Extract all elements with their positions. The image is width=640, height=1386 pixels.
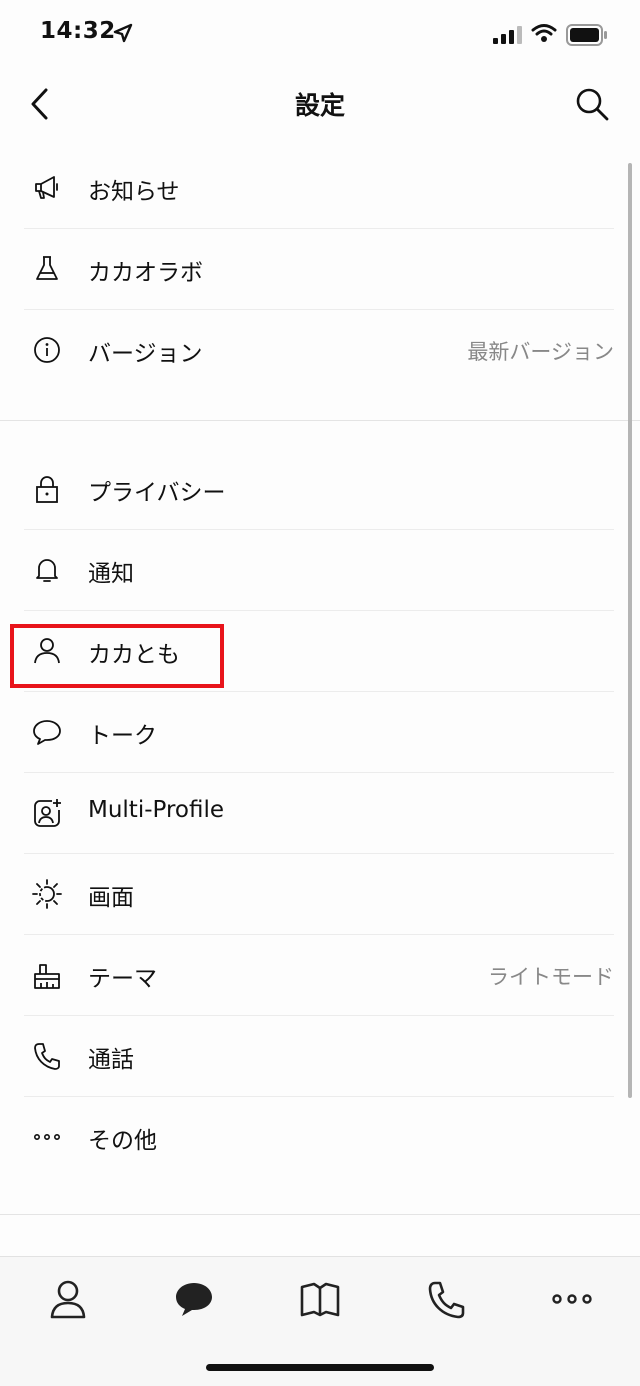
status-bar: 14:32 (0, 0, 640, 70)
setting-label: トーク (88, 723, 157, 749)
search-icon[interactable] (574, 86, 610, 122)
page-title: 設定 (294, 91, 345, 120)
cellular-signal-icon (493, 26, 522, 44)
highlight-box (10, 624, 224, 688)
phone-icon (34, 1043, 60, 1070)
setting-label: プライバシー (88, 480, 226, 506)
lock-icon (36, 476, 58, 503)
setting-label: テーマ (88, 966, 157, 992)
more-dots-icon (33, 1134, 60, 1141)
setting-label: Multi-Profile (88, 797, 225, 823)
brightness-icon (32, 879, 62, 909)
battery-icon (566, 24, 607, 46)
setting-row-display[interactable]: 画面 (24, 854, 614, 935)
location-arrow-icon (113, 23, 133, 43)
setting-value: ライトモード (488, 965, 614, 989)
speech-bubble-icon (33, 720, 61, 745)
scrollbar[interactable] (628, 163, 632, 1098)
setting-label: 画面 (88, 885, 134, 911)
setting-row-announcements[interactable]: お知らせ (24, 148, 614, 229)
view-tab-icon[interactable] (296, 1275, 344, 1323)
setting-row-theme[interactable]: テーマ ライトモード (24, 935, 614, 1016)
setting-row-chat[interactable]: トーク (24, 692, 614, 773)
setting-label: 通知 (88, 561, 134, 587)
bell-icon (36, 559, 58, 582)
setting-label: 通話 (88, 1047, 134, 1073)
setting-value: 最新バージョン (467, 340, 614, 364)
paint-brush-icon (34, 964, 60, 989)
calls-tab-icon[interactable] (422, 1275, 470, 1323)
setting-label: お知らせ (88, 179, 180, 205)
flask-icon (36, 256, 58, 280)
navigation-bar: 設定 (0, 70, 640, 140)
status-time: 14:32 (40, 18, 116, 44)
setting-row-privacy[interactable]: プライバシー (24, 449, 614, 530)
setting-label: バージョン (88, 341, 203, 367)
setting-row-others[interactable]: その他 (24, 1097, 614, 1178)
section-divider (0, 420, 640, 421)
more-tab-icon[interactable] (548, 1275, 596, 1323)
setting-label: カカオラボ (88, 260, 203, 286)
friends-tab-icon[interactable] (44, 1275, 92, 1323)
setting-row-kakao-lab[interactable]: カカオラボ (24, 229, 614, 310)
chats-tab-icon[interactable] (170, 1275, 218, 1323)
home-indicator (206, 1364, 434, 1371)
setting-row-version[interactable]: バージョン 最新バージョン (24, 310, 614, 391)
wifi-icon (531, 24, 557, 42)
setting-row-multi-profile[interactable]: Multi-Profile (24, 773, 614, 854)
setting-row-calls[interactable]: 通話 (24, 1016, 614, 1097)
megaphone-icon (35, 176, 58, 199)
setting-row-notifications[interactable]: 通知 (24, 530, 614, 611)
setting-label: その他 (88, 1128, 157, 1154)
profile-plus-icon (34, 799, 61, 827)
info-icon (34, 337, 60, 363)
section-divider (0, 1214, 640, 1215)
